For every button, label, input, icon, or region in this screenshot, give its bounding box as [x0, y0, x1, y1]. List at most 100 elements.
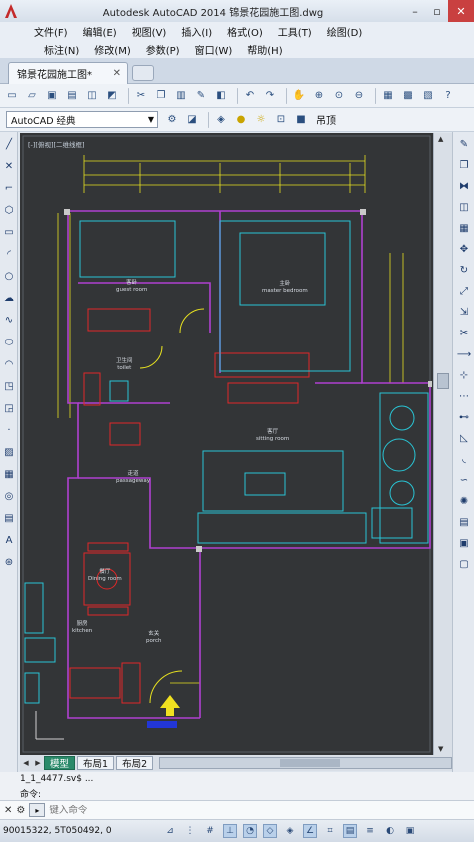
maximize-icon[interactable]: ▫: [426, 0, 448, 22]
menu-file[interactable]: 文件(F): [34, 24, 68, 39]
properties-icon[interactable]: ▦: [380, 88, 396, 104]
scale-icon[interactable]: ⤢: [456, 284, 472, 298]
3d-object-snap-icon[interactable]: ◈: [283, 824, 297, 838]
minimize-icon[interactable]: –: [404, 0, 426, 22]
snap-mode-icon[interactable]: ⋮: [183, 824, 197, 838]
revision-cloud-icon[interactable]: ☁: [2, 291, 16, 305]
erase-icon[interactable]: ✎: [456, 137, 472, 151]
trim-icon[interactable]: ✂: [456, 326, 472, 340]
mirror-icon[interactable]: ⧓: [456, 179, 472, 193]
menu-tools[interactable]: 工具(T): [278, 24, 312, 39]
transparency-icon[interactable]: ◐: [383, 824, 397, 838]
current-layer-name[interactable]: 吊顶: [316, 112, 336, 127]
scroll-down-icon[interactable]: ▼: [438, 745, 443, 753]
block-editor-icon[interactable]: ◧: [213, 88, 229, 104]
object-snap-icon[interactable]: ◇: [263, 824, 277, 838]
menu-format[interactable]: 格式(O): [227, 24, 263, 39]
hatch-tool-icon[interactable]: ▨: [2, 445, 16, 459]
design-center-icon[interactable]: ▩: [400, 88, 416, 104]
new-file-icon[interactable]: ▭: [4, 88, 20, 104]
array-icon[interactable]: ▦: [456, 221, 472, 235]
layer-color-icon[interactable]: ■: [293, 112, 309, 128]
cursor-coordinates[interactable]: 90015322, 5T050492, 0: [3, 826, 163, 836]
undo-icon[interactable]: ↶: [242, 88, 258, 104]
dynamic-ucs-icon[interactable]: ⌗: [323, 824, 337, 838]
scroll-up-icon[interactable]: ▲: [438, 135, 443, 143]
help-icon[interactable]: ?: [440, 88, 456, 104]
new-tab-button[interactable]: [132, 65, 154, 81]
close-icon[interactable]: ✕: [448, 0, 474, 22]
add-selected-icon[interactable]: ⊛: [2, 555, 16, 569]
command-settings-icon[interactable]: ⚙: [16, 805, 25, 816]
command-close-icon[interactable]: ✕: [4, 805, 12, 816]
copy-object-icon[interactable]: ❐: [456, 158, 472, 172]
offset-icon[interactable]: ◫: [456, 200, 472, 214]
zoom-realtime-icon[interactable]: ⊕: [311, 88, 327, 104]
save-icon[interactable]: ▣: [44, 88, 60, 104]
workspace-settings-icon[interactable]: ⚙: [164, 112, 180, 128]
layer-lock-icon[interactable]: ⊡: [273, 112, 289, 128]
table-tool-icon[interactable]: ▤: [2, 511, 16, 525]
redo-icon[interactable]: ↷: [262, 88, 278, 104]
tab-document[interactable]: 锦景花园施工图* ✕: [8, 62, 128, 84]
layout-next-icon[interactable]: ▶: [32, 759, 44, 767]
tab-close-icon[interactable]: ✕: [113, 68, 121, 79]
ortho-mode-icon[interactable]: ⊥: [223, 824, 237, 838]
menu-insert[interactable]: 插入(I): [181, 24, 212, 39]
tab-model[interactable]: 模型: [44, 756, 76, 770]
rectangle-tool-icon[interactable]: ▭: [2, 225, 16, 239]
menu-help[interactable]: 帮助(H): [247, 42, 282, 57]
menu-view[interactable]: 视图(V): [132, 24, 167, 39]
layer-properties-icon[interactable]: ▤: [456, 515, 472, 529]
chamfer-icon[interactable]: ◺: [456, 431, 472, 445]
ellipse-arc-icon[interactable]: ◠: [2, 357, 16, 371]
object-snap-tracking-icon[interactable]: ∠: [303, 824, 317, 838]
rotate-icon[interactable]: ↻: [456, 263, 472, 277]
zoom-window-icon[interactable]: ⊙: [331, 88, 347, 104]
vertical-scrollbar[interactable]: ▲ ▼: [433, 133, 452, 755]
scroll-thumb[interactable]: [437, 373, 449, 389]
insert-block-icon[interactable]: ◳: [2, 379, 16, 393]
text-tool-icon[interactable]: A: [2, 533, 16, 547]
menu-dimension[interactable]: 标注(N): [44, 42, 79, 57]
region-tool-icon[interactable]: ◎: [2, 489, 16, 503]
copy-icon[interactable]: ❐: [153, 88, 169, 104]
point-tool-icon[interactable]: ·: [2, 423, 16, 437]
horizontal-scrollbar[interactable]: [159, 757, 452, 769]
paste-icon[interactable]: ▥: [173, 88, 189, 104]
circle-tool-icon[interactable]: ○: [2, 269, 16, 283]
make-block-icon[interactable]: ◲: [2, 401, 16, 415]
quick-properties-icon[interactable]: ▣: [403, 824, 417, 838]
layer-bulb-icon[interactable]: ●: [233, 112, 249, 128]
group-icon[interactable]: ▣: [456, 536, 472, 550]
autocad-logo-icon[interactable]: [0, 0, 22, 22]
cut-icon[interactable]: ✂: [133, 88, 149, 104]
move-icon[interactable]: ✥: [456, 242, 472, 256]
construction-line-icon[interactable]: ✕: [2, 159, 16, 173]
menu-edit[interactable]: 编辑(E): [83, 24, 117, 39]
break-at-point-icon[interactable]: ⊹: [456, 368, 472, 382]
dynamic-input-icon[interactable]: ▤: [343, 824, 357, 838]
layer-sun-icon[interactable]: ☼: [253, 112, 269, 128]
pan-icon[interactable]: ✋: [291, 88, 307, 104]
menu-window[interactable]: 窗口(W): [195, 42, 233, 57]
command-input[interactable]: [49, 804, 350, 816]
stretch-icon[interactable]: ⇲: [456, 305, 472, 319]
print-preview-icon[interactable]: ◫: [84, 88, 100, 104]
gradient-tool-icon[interactable]: ▦: [2, 467, 16, 481]
open-folder-icon[interactable]: ▱: [24, 88, 40, 104]
ungroup-icon[interactable]: ▢: [456, 557, 472, 571]
polyline-tool-icon[interactable]: ⌐: [2, 181, 16, 195]
menu-draw[interactable]: 绘图(D): [327, 24, 363, 39]
zoom-previous-icon[interactable]: ⊖: [351, 88, 367, 104]
menu-modify[interactable]: 修改(M): [94, 42, 130, 57]
infer-constraints-icon[interactable]: ⊿: [163, 824, 177, 838]
menu-parametric[interactable]: 参数(P): [146, 42, 180, 57]
join-icon[interactable]: ⊷: [456, 410, 472, 424]
ellipse-tool-icon[interactable]: ⬭: [2, 335, 16, 349]
polar-tracking-icon[interactable]: ◔: [243, 824, 257, 838]
drawing-area[interactable]: [-][俯视][二维线框] 客卧 guest room 主卧 master be…: [20, 133, 433, 755]
lineweight-icon[interactable]: ≡: [363, 824, 377, 838]
break-icon[interactable]: ⋯: [456, 389, 472, 403]
layer-manager-icon[interactable]: ◈: [213, 112, 229, 128]
